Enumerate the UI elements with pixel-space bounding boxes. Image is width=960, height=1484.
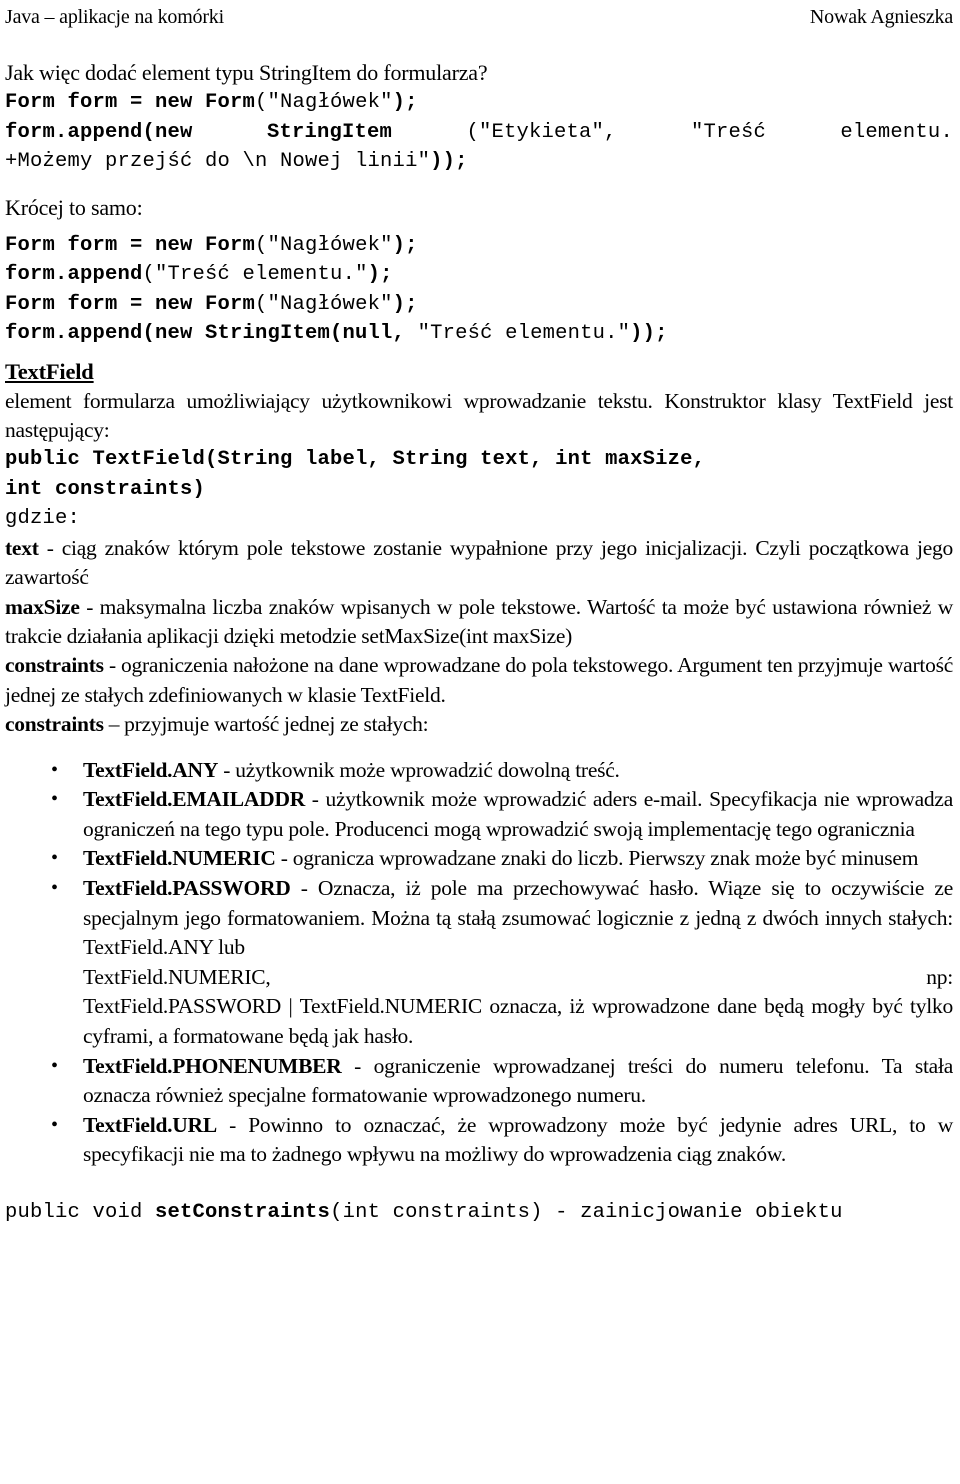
document-body: Jak więc dodać element typu StringItem d…	[0, 30, 960, 1227]
param-name: text	[5, 535, 39, 560]
code-bold: );	[367, 263, 393, 286]
param-name: constraints	[5, 712, 104, 737]
list-item: TextField.NUMERIC - ogranicza wprowadzan…	[5, 844, 953, 874]
header-author-name: Nowak Agnieszka	[809, 6, 953, 28]
list-item: TextField.PASSWORD - Oznacza, iż pole ma…	[5, 874, 953, 1052]
code-plain: elementu.	[840, 120, 953, 144]
code-line: Form form = new Form("Nagłówek");	[5, 290, 953, 320]
code-bold: form.append	[5, 263, 143, 286]
header-document-title: Java – aplikacje na komórki	[5, 6, 224, 28]
code-bold: Form form = new Form	[5, 233, 256, 257]
code-line-signature: int constraints)	[5, 475, 953, 505]
param-name: constraints	[5, 653, 104, 678]
code-line-gdzie: gdzie:	[5, 504, 953, 534]
code-plain: +Możemy przejść do \n Nowej linii"	[5, 150, 431, 173]
code-line-signature: public TextField(String label, String te…	[5, 445, 953, 475]
shorter-label: Krócej to samo:	[5, 194, 143, 220]
code-line: Form form = new Form("Nagłówek");	[5, 231, 953, 261]
param-maxsize: maxSize - maksymalna liczba znaków wpisa…	[5, 593, 953, 652]
list-item: TextField.URL - Powinno to oznaczać, że …	[5, 1111, 953, 1170]
code-bold: setConstraints	[155, 1200, 331, 1224]
list-item: TextField.EMAILADDR - użytkownik może wp…	[5, 785, 953, 844]
code-bold: ));	[630, 322, 668, 345]
constant-tail: TextField.PASSWORD | TextField.NUMERIC o…	[83, 994, 953, 1048]
code-block-stringitem-short: Form form = new Form("Nagłówek"); form.a…	[5, 231, 953, 349]
textfield-description: element formularza umożliwiający użytkow…	[5, 388, 953, 442]
code-plain: "Treść elementu."	[405, 322, 631, 345]
code-bold: Form form = new Form	[5, 292, 256, 316]
constant-name: TextField.PASSWORD	[83, 876, 291, 901]
list-item: TextField.ANY - użytkownik może wprowadz…	[5, 756, 953, 786]
param-description: - ograniczenia nałożone na dane wprowadz…	[5, 653, 953, 707]
code-bold: form.append(new StringItem(null,	[5, 322, 406, 345]
constant-name: TextField.EMAILADDR	[83, 787, 305, 812]
document-page: Java – aplikacje na komórki Nowak Agnies…	[0, 0, 960, 1484]
code-bold: int constraints)	[5, 477, 206, 501]
constant-split-line: TextField.NUMERIC, np:	[83, 963, 953, 993]
code-bold: );	[392, 292, 418, 316]
param-description: - ciąg znaków którym pole tekstowe zosta…	[5, 535, 953, 590]
intro-question: Jak więc dodać element typu StringItem d…	[5, 60, 488, 85]
code-plain: (int constraints) - zainicjowanie obiekt…	[330, 1200, 843, 1224]
code-plain: ("Nagłówek"	[255, 233, 393, 257]
code-plain: ("Nagłówek"	[255, 91, 393, 114]
constant-split-left: TextField.NUMERIC,	[83, 964, 271, 989]
param-description: – przyjmuje wartość jednej ze stałych:	[103, 712, 429, 737]
list-item: TextField.PHONENUMBER - ograniczenie wpr…	[5, 1052, 953, 1111]
constant-split-right: np:	[926, 964, 953, 989]
code-line: Form form = new Form("Nagłówek");	[5, 88, 953, 118]
code-bold: Form form = new Form	[5, 91, 256, 114]
code-bold: );	[392, 91, 418, 114]
code-bold: public TextField(String label, String te…	[5, 448, 706, 472]
code-bold: );	[392, 233, 418, 257]
code-line: +Możemy przejść do \n Nowej linii"));	[5, 147, 953, 177]
code-plain: gdzie:	[5, 507, 81, 531]
constant-name: TextField.PHONENUMBER	[83, 1053, 342, 1078]
constant-name: TextField.URL	[83, 1112, 217, 1137]
code-block-setconstraints: public void setConstraints(int constrain…	[5, 1198, 953, 1228]
param-text: text - ciąg znaków którym pole tekstowe …	[5, 534, 953, 593]
code-plain: "Treść	[690, 120, 766, 144]
constant-name: TextField.NUMERIC	[83, 846, 276, 871]
param-name: maxSize	[5, 594, 80, 619]
param-constraints-values: constraints – przyjmuje wartość jednej z…	[5, 710, 953, 739]
constants-list: TextField.ANY - użytkownik może wprowadz…	[5, 756, 953, 1170]
param-constraints: constraints - ograniczenia nałożone na d…	[5, 651, 953, 710]
code-bold: StringItem	[266, 120, 393, 144]
code-bold: form.append(new	[5, 120, 193, 144]
code-line: form.append(new StringItem ("Etykieta", "Tr…	[5, 118, 953, 148]
code-plain: public void	[5, 1200, 156, 1224]
code-bold: ));	[430, 150, 468, 173]
code-plain: ("Etykieta",	[466, 120, 617, 144]
constant-description: - ogranicza wprowadzane znaki do liczb. …	[275, 846, 919, 871]
section-title-textfield: TextField	[5, 358, 94, 384]
constant-name: TextField.ANY	[83, 757, 219, 782]
code-line: form.append(new StringItem(null, "Treść …	[5, 319, 953, 349]
constant-description: - użytkownik może wprowadzić dowolną tre…	[218, 757, 620, 782]
code-line: form.append("Treść elementu.");	[5, 260, 953, 290]
code-block-stringitem-long: Form form = new Form("Nagłówek"); form.a…	[5, 88, 953, 177]
code-plain: ("Treść elementu."	[142, 263, 368, 286]
running-header: Java – aplikacje na komórki Nowak Agnies…	[0, 0, 960, 30]
code-plain: ("Nagłówek"	[255, 292, 393, 316]
param-description: - maksymalna liczba znaków wpisanych w p…	[5, 594, 953, 649]
